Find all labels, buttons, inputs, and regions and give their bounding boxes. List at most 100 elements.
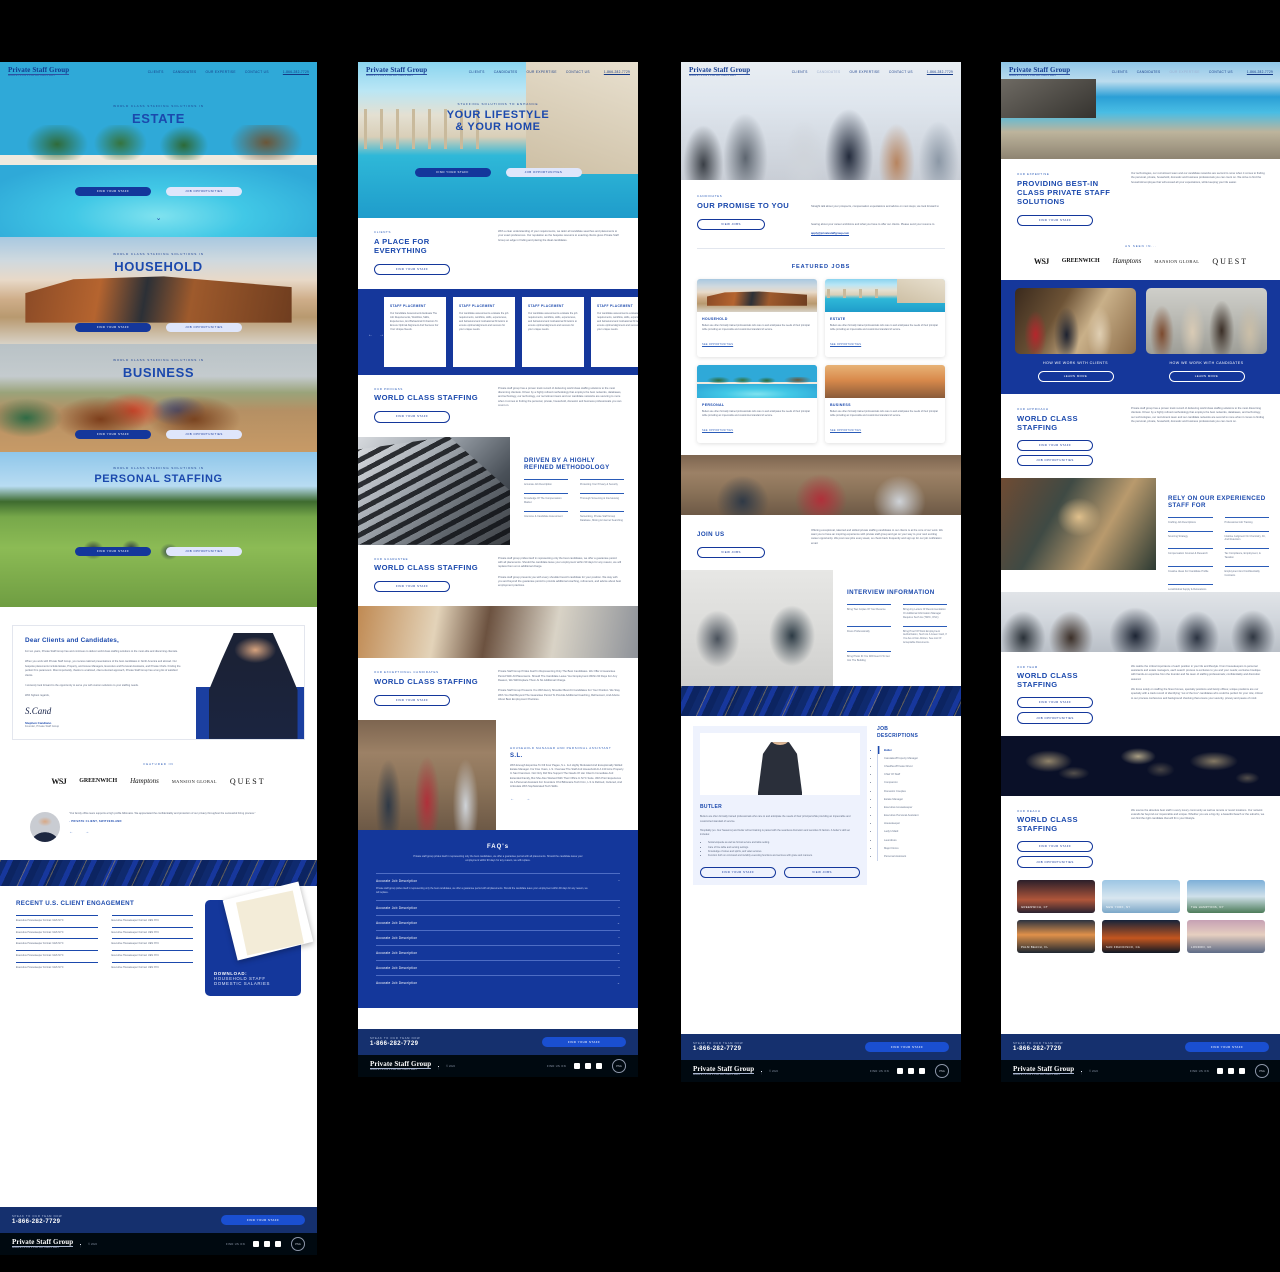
minus-icon[interactable]: − [618, 879, 620, 883]
footer-phone[interactable]: 1-866-282-7729 [693, 1046, 743, 1052]
chevron-down-icon[interactable]: ⌄ [617, 951, 620, 955]
sidebar-item-domestic-couples[interactable]: Domestic Couples [878, 787, 951, 795]
facebook-icon[interactable] [574, 1063, 580, 1069]
faq-item[interactable]: Accurate Job Description ⌄ [376, 914, 620, 930]
nav-item-clients[interactable]: CLIENTS [469, 70, 485, 74]
sidebar-item-major-domo[interactable]: Major Domo [878, 844, 951, 852]
next-arrow-icon[interactable]: → [379, 332, 384, 338]
apply-email-link[interactable]: apply@privatestaffgroup.com [811, 232, 945, 236]
main-nav[interactable]: CLIENTS CANDIDATES OUR EXPERTISE CONTACT… [792, 70, 913, 74]
minus-icon[interactable]: − [618, 936, 620, 940]
card-staff-placement[interactable]: STAFF PLACEMENT Our candidate assessment… [453, 296, 515, 367]
find-staff-button[interactable]: FIND YOUR STAFF [1017, 214, 1093, 226]
find-staff-button[interactable]: FIND YOUR STAFF [75, 323, 151, 333]
faq-item[interactable]: Accurate Job Description − [376, 899, 620, 915]
next-arrow-icon[interactable]: → [85, 829, 89, 834]
header-phone[interactable]: 1-866-282-7729 [283, 70, 309, 74]
social-links[interactable]: FIND US ON PSG [1190, 1064, 1269, 1078]
see-opportunities-link[interactable]: SEE OPPORTUNITIES [830, 429, 861, 432]
footer-logo[interactable]: Private Staff Group WORLD CLASS STAFFING… [1013, 1065, 1075, 1077]
linkedin-icon[interactable] [1228, 1068, 1234, 1074]
sidebar-item-companion[interactable]: Companion [878, 779, 951, 787]
city-card[interactable]: NEW YORK, NY [1102, 879, 1180, 913]
sidebar-item-personal-assistant[interactable]: Personal Assistant [878, 852, 951, 860]
find-staff-button[interactable]: FIND YOUR STAFF [700, 866, 776, 879]
footer-logo[interactable]: Private Staff Group WORLD CLASS STAFFING… [370, 1060, 432, 1072]
linkedin-icon[interactable] [908, 1068, 914, 1074]
footer-phone[interactable]: 1-866-282-7729 [370, 1041, 420, 1047]
find-staff-button[interactable]: FIND YOUR STAFF [75, 430, 151, 440]
social-links[interactable]: FIND US ON PSG [226, 1237, 305, 1251]
scroll-top-badge[interactable]: PSG [1255, 1064, 1269, 1078]
main-nav[interactable]: CLIENTS CANDIDATES OUR EXPERTISE CONTACT… [1112, 70, 1233, 74]
nav-item-candidates[interactable]: CANDIDATES [1137, 70, 1161, 74]
card-staff-placement[interactable]: STAFF PLACEMENT Our candidate assessment… [591, 296, 638, 367]
job-opportunities-button[interactable]: JOB OPPORTUNITIES [166, 547, 242, 557]
linkedin-icon[interactable] [264, 1241, 270, 1247]
carousel-controls[interactable]: ← → [69, 829, 256, 834]
logo[interactable]: Private Staff Group WORLD CLASS STAFFING… [1009, 66, 1071, 78]
twitter-icon[interactable] [1239, 1068, 1245, 1074]
main-nav[interactable]: CLIENTS CANDIDATES OUR EXPERTISE CONTACT… [469, 70, 590, 74]
job-type-list[interactable]: Butler Caretaker/Property Manager Chauff… [877, 745, 951, 861]
scroll-top-badge[interactable]: PSG [612, 1059, 626, 1073]
job-opportunities-button[interactable]: JOB OPPORTUNITIES [1017, 856, 1093, 868]
header-phone[interactable]: 1-866-282-7729 [1247, 70, 1273, 74]
find-staff-button[interactable]: FIND YOUR STAFF [374, 263, 450, 275]
prev-arrow-icon[interactable]: ← [69, 829, 73, 834]
faq-item[interactable]: Accurate Job Description ⌄ [376, 974, 620, 990]
city-card[interactable]: LONDON, UK [1187, 919, 1265, 953]
find-staff-button[interactable]: FIND YOUR STAFF [1017, 697, 1093, 709]
see-opportunities-link[interactable]: SEE OPPORTUNITIES [830, 343, 861, 346]
logo[interactable]: Private Staff Group WORLD CLASS STAFFING… [366, 66, 428, 78]
minus-icon[interactable]: − [618, 906, 620, 910]
nav-item-candidates[interactable]: CANDIDATES [817, 70, 841, 74]
city-card[interactable]: PALM BEACH, FL [1017, 919, 1095, 953]
nav-item-clients[interactable]: CLIENTS [148, 70, 164, 74]
find-staff-button[interactable]: FIND YOUR STAFF [414, 168, 491, 178]
nav-item-contact[interactable]: CONTACT US [566, 70, 590, 74]
carousel-arrows[interactable]: ← → [368, 332, 384, 338]
twitter-icon[interactable] [275, 1241, 281, 1247]
facebook-icon[interactable] [897, 1068, 903, 1074]
sidebar-item-estate-manager[interactable]: Estate Manager [878, 795, 951, 803]
job-card[interactable]: BUSINESS Butlers are often formally trai… [825, 365, 945, 443]
sidebar-item-ladys-maid[interactable]: Lady's Maid [878, 828, 951, 836]
header-phone[interactable]: 1-866-282-7729 [927, 70, 953, 74]
job-opportunities-button[interactable]: JOB OPPORTUNITIES [166, 430, 242, 440]
profile-carousel-controls[interactable]: ← → [510, 796, 624, 801]
sidebar-item-laundress[interactable]: Laundress [878, 836, 951, 844]
twitter-icon[interactable] [919, 1068, 925, 1074]
scroll-top-badge[interactable]: PSG [291, 1237, 305, 1251]
logo[interactable]: Private Staff Group WORLD CLASS STAFFING… [8, 66, 70, 78]
facebook-icon[interactable] [253, 1241, 259, 1247]
job-card[interactable]: ESTATE Butlers are often formally traine… [825, 279, 945, 357]
prev-arrow-icon[interactable]: ← [510, 796, 514, 801]
nav-item-clients[interactable]: CLIENTS [792, 70, 808, 74]
facebook-icon[interactable] [1217, 1068, 1223, 1074]
job-card[interactable]: PERSONAL Butlers are often formally trai… [697, 365, 817, 443]
view-jobs-button[interactable]: VIEW JOBS [697, 547, 765, 559]
faq-item[interactable]: Accurate Job Description ⌄ [376, 944, 620, 960]
find-staff-button[interactable]: FIND YOUR STAFF [221, 1215, 305, 1225]
nav-item-expertise[interactable]: OUR EXPERTISE [1170, 70, 1200, 74]
scroll-down-icon[interactable]: ⌄ [156, 214, 162, 222]
job-card[interactable]: HOUSEHOLD Butlers are often formally tra… [697, 279, 817, 357]
nav-item-expertise[interactable]: OUR EXPERTISE [850, 70, 880, 74]
find-staff-button[interactable]: FIND YOUR STAFF [374, 581, 450, 593]
see-opportunities-link[interactable]: SEE OPPORTUNITIES [702, 429, 733, 432]
footer-logo[interactable]: Private Staff Group WORLD CLASS STAFFING… [693, 1065, 755, 1077]
logo[interactable]: Private Staff Group WORLD CLASS STAFFING… [689, 66, 751, 78]
prev-arrow-icon[interactable]: ← [368, 332, 373, 338]
chevron-down-icon[interactable]: ⌄ [617, 981, 620, 985]
sidebar-item-chauffeur[interactable]: Chauffeur/Private Driver [878, 762, 951, 770]
nav-item-candidates[interactable]: CANDIDATES [494, 70, 518, 74]
sidebar-item-caretaker[interactable]: Caretaker/Property Manager [878, 754, 951, 762]
see-opportunities-link[interactable]: SEE OPPORTUNITIES [702, 343, 733, 346]
find-staff-button[interactable]: FIND YOUR STAFF [542, 1037, 626, 1047]
header-phone[interactable]: 1-866-282-7729 [604, 70, 630, 74]
city-card[interactable]: GREENWICH, CT [1017, 879, 1095, 913]
job-opportunities-button[interactable]: JOB OPPORTUNITIES [166, 187, 242, 197]
card-staff-placement[interactable]: STAFF PLACEMENT Our Candidate Assessment… [384, 296, 446, 367]
nav-item-candidates[interactable]: CANDIDATES [173, 70, 197, 74]
